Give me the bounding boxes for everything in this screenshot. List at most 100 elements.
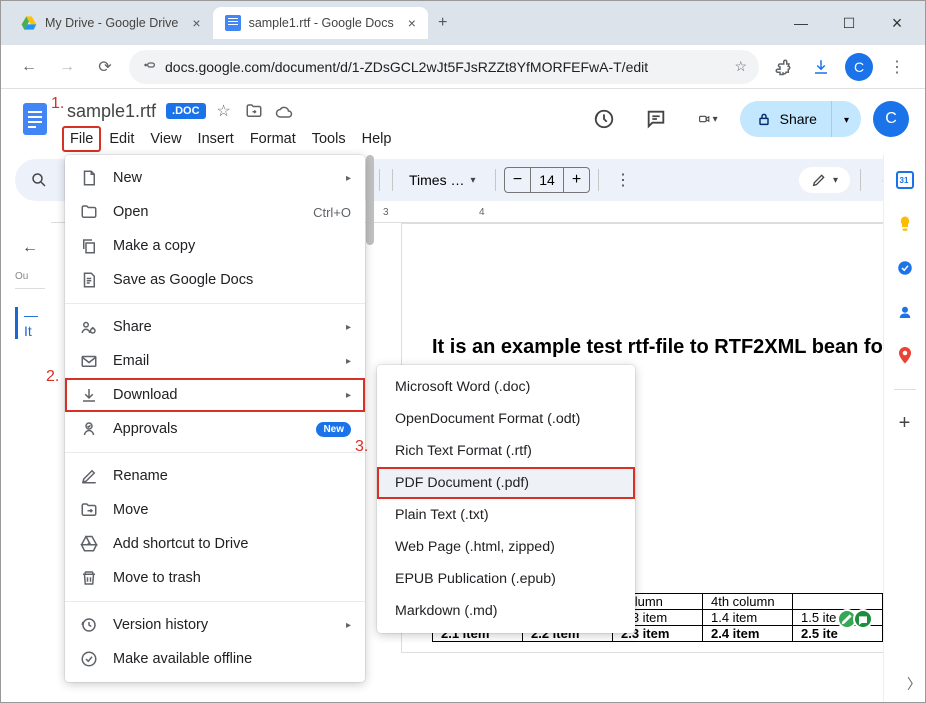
file-menu-trash[interactable]: Move to trash [65,561,365,595]
outline-back-icon[interactable]: ← [15,233,45,263]
trash-icon [79,568,99,588]
tab-title: sample1.rtf - Google Docs [249,16,394,30]
window-close-button[interactable]: × [877,8,917,38]
new-tab-button[interactable]: + [428,8,457,38]
doc-heading[interactable]: It is an example test rtf-file to RTF2XM… [432,336,883,359]
file-menu-share[interactable]: Share ▸ [65,310,365,344]
download-html[interactable]: Web Page (.html, zipped) [377,531,635,563]
tab-title: My Drive - Google Drive [45,16,178,30]
file-menu-make-copy[interactable]: Make a copy [65,229,365,263]
file-menu-download[interactable]: Download ▸ [65,378,365,412]
contacts-icon[interactable] [894,301,916,323]
minimize-button[interactable]: — [781,8,821,38]
bookmark-icon[interactable]: ☆ [734,58,747,75]
back-button[interactable]: ← [15,53,43,81]
download-pdf[interactable]: PDF Document (.pdf) [377,467,635,499]
file-menu-approvals[interactable]: Approvals New [65,412,365,446]
download-odt[interactable]: OpenDocument Format (.odt) [377,403,635,435]
menu-tools[interactable]: Tools [305,127,353,151]
forward-button[interactable]: → [53,53,81,81]
docs-logo-icon[interactable] [17,101,53,137]
font-size-increase[interactable]: + [564,167,590,193]
rename-icon [79,466,99,486]
keep-icon[interactable] [894,213,916,235]
file-menu-save-as-docs[interactable]: Save as Google Docs [65,263,365,297]
search-menus-icon[interactable] [23,164,55,196]
move-folder-icon[interactable] [242,99,266,123]
hide-side-panel-icon[interactable]: 〉 [907,674,921,694]
pencil-icon [811,172,827,188]
file-menu-add-shortcut[interactable]: Add shortcut to Drive [65,527,365,561]
downloads-icon[interactable] [807,53,835,81]
submenu-arrow-icon: ▸ [346,620,351,631]
font-size-input[interactable]: 14 [530,167,564,193]
add-addon-icon[interactable]: + [894,412,916,434]
edit-mode-button[interactable]: ▾ [799,167,850,193]
browser-tab-docs[interactable]: sample1.rtf - Google Docs × [213,7,428,39]
browser-menu-icon[interactable]: ⋮ [883,53,911,81]
table-cell[interactable] [793,594,883,610]
table-cell[interactable]: 1.4 item [703,610,793,626]
menu-insert[interactable]: Insert [191,127,241,151]
profile-avatar[interactable]: C [845,53,873,81]
file-menu-version-history[interactable]: Version history ▸ [65,608,365,642]
calendar-icon[interactable] [894,169,916,191]
star-icon[interactable]: ☆ [212,99,236,123]
menu-view[interactable]: View [143,127,188,151]
maximize-button[interactable]: ☐ [829,8,869,38]
file-menu-new[interactable]: New ▸ [65,161,365,195]
reload-button[interactable]: ⟳ [91,53,119,81]
comments-icon[interactable] [636,99,676,139]
download-md[interactable]: Markdown (.md) [377,595,635,627]
font-size-group: − 14 + [504,167,590,193]
address-bar: ← → ⟳ docs.google.com/document/d/1-ZDsGC… [1,45,925,89]
site-info-icon[interactable] [141,57,157,76]
font-size-decrease[interactable]: − [504,167,530,193]
table-cell[interactable]: 2.4 item [703,626,793,642]
maps-icon[interactable] [894,345,916,367]
more-icon[interactable]: ⋮ [607,164,639,196]
download-txt[interactable]: Plain Text (.txt) [377,499,635,531]
font-selector[interactable]: Times … ▾ [401,168,487,192]
file-menu-move[interactable]: Move [65,493,365,527]
copy-icon [79,236,99,256]
submenu-arrow-icon: ▸ [346,356,351,367]
tasks-icon[interactable] [894,257,916,279]
side-panel: + [883,155,925,702]
file-menu-rename[interactable]: Rename [65,459,365,493]
cloud-status-icon[interactable] [272,99,296,123]
file-menu-open[interactable]: Open Ctrl+O [65,195,365,229]
meet-button[interactable]: ▾ [688,99,728,139]
outline-heading: Ou [15,271,45,282]
menu-file[interactable]: File [63,127,100,151]
browser-tab-drive[interactable]: My Drive - Google Drive × [9,7,213,39]
close-icon[interactable]: × [186,15,200,31]
docs-header: 1. sample1.rtf .DOC ☆ File Edit View Ins… [1,89,925,151]
download-epub[interactable]: EPUB Publication (.epub) [377,563,635,595]
history-icon[interactable] [584,99,624,139]
download-rtf[interactable]: Rich Text Format (.rtf) [377,435,635,467]
submenu-arrow-icon: ▸ [346,173,351,184]
file-menu-email[interactable]: Email ▸ [65,344,365,378]
menu-help[interactable]: Help [355,127,399,151]
doc-format-badge: .DOC [166,103,206,119]
account-avatar[interactable]: C [873,101,909,137]
share-label: Share [780,111,817,127]
share-button[interactable]: Share [740,101,831,137]
suggestion-bubbles[interactable] [837,609,873,629]
download-docx[interactable]: Microsoft Word (.doc) [377,371,635,403]
email-icon [79,351,99,371]
table-cell[interactable]: 4th column [703,594,793,610]
share-dropdown[interactable]: ▾ [831,101,861,137]
url-field[interactable]: docs.google.com/document/d/1-ZDsGCL2wJt5… [129,50,759,84]
close-icon[interactable]: × [402,15,416,31]
extensions-icon[interactable] [769,53,797,81]
menu-edit[interactable]: Edit [102,127,141,151]
offline-icon [79,649,99,669]
scrollbar-thumb[interactable] [366,155,374,245]
outline-item[interactable]: — It [15,307,45,339]
file-menu-offline[interactable]: Make available offline [65,642,365,676]
menu-format[interactable]: Format [243,127,303,151]
document-title[interactable]: sample1.rtf [63,100,160,123]
ruler-mark: 3 [383,207,389,218]
